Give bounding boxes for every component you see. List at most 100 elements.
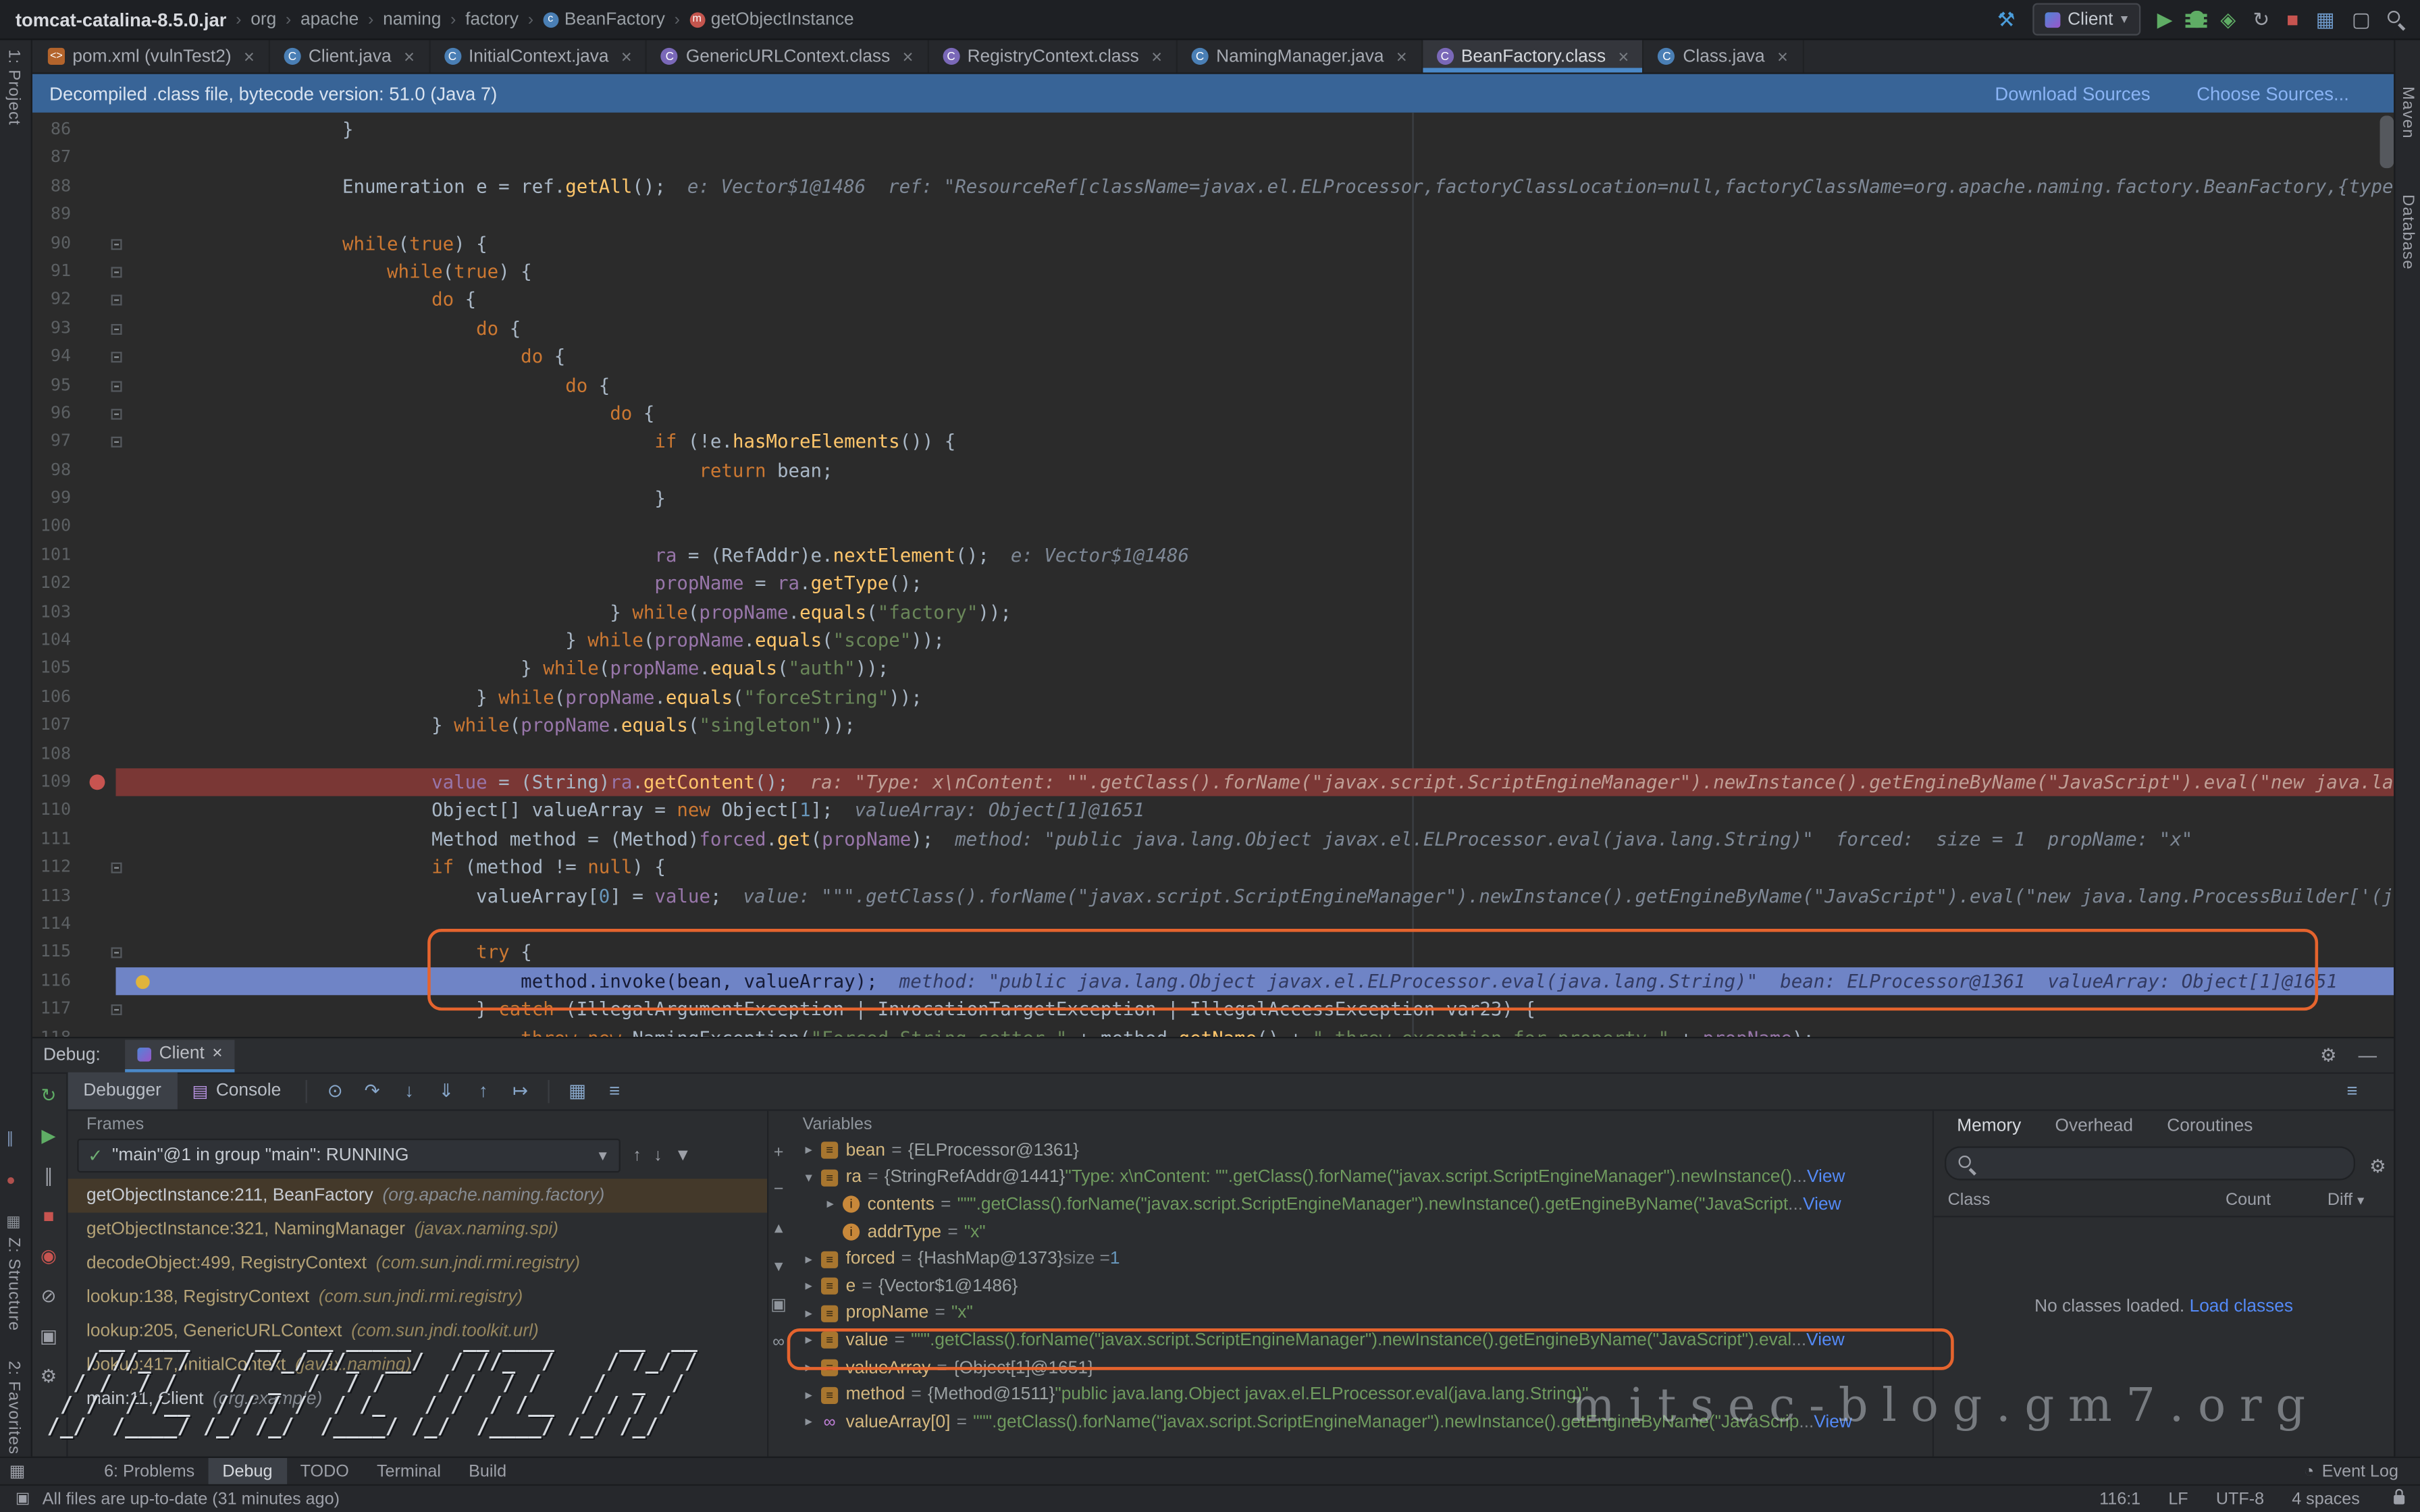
run-config-selector[interactable]: Client▾ [2032, 3, 2140, 36]
view-link[interactable]: View [1806, 1331, 1845, 1349]
tool-stripe-item[interactable]: Build [455, 1457, 521, 1485]
gutter[interactable] [74, 996, 253, 1024]
gutter[interactable] [74, 740, 253, 768]
choose-sources-link[interactable]: Choose Sources... [2197, 82, 2349, 104]
stop-button[interactable]: ■ [2286, 9, 2298, 30]
memory-search-field[interactable] [1945, 1146, 2355, 1180]
gutter[interactable] [74, 485, 253, 513]
mute-breakpoints-button[interactable]: ⊘ [41, 1287, 57, 1305]
gutter[interactable] [74, 258, 253, 286]
column-header[interactable]: Diff▾ [2327, 1191, 2365, 1210]
gutter[interactable] [74, 315, 253, 343]
fold-icon[interactable] [111, 267, 122, 277]
memory-tab[interactable]: Coroutines [2167, 1117, 2253, 1135]
resume-button[interactable]: ▶ [41, 1127, 55, 1145]
breadcrumb-item[interactable]: BeanFactory [564, 10, 665, 28]
gutter[interactable] [74, 541, 253, 570]
fold-icon[interactable] [111, 863, 122, 873]
filter-frames-button[interactable]: ▼ [675, 1146, 691, 1164]
fold-icon[interactable] [111, 437, 122, 448]
gutter[interactable] [74, 882, 253, 910]
stack-frame-row[interactable]: getObjectInstance:321, NamingManager(jav… [68, 1213, 767, 1247]
gutter[interactable] [74, 853, 253, 882]
rerun-button[interactable]: ↻ [41, 1086, 57, 1104]
memory-settings-icon[interactable]: ⚙ [2369, 1156, 2386, 1177]
debug-button[interactable] [2190, 11, 2204, 28]
code-editor[interactable]: 86 }8788 Enumeration e = ref.getAll();e:… [31, 113, 2396, 1037]
remove-watch-button[interactable]: − [774, 1181, 784, 1199]
editor-tab[interactable]: CInitialContext.java× [430, 40, 648, 72]
gutter[interactable] [74, 598, 253, 626]
show-execution-point-button[interactable]: ⊙ [317, 1080, 354, 1102]
fold-icon[interactable] [111, 323, 122, 334]
tool-stripe-maven[interactable]: Maven [2398, 86, 2417, 139]
variable-row[interactable]: ▸≡forced={HashMap@1373} size = 1 [790, 1245, 1932, 1272]
restore-layout-icon[interactable]: ≡ [2334, 1080, 2371, 1102]
coverage-button[interactable]: ◈ [2220, 9, 2236, 30]
gutter[interactable] [74, 230, 253, 258]
gutter[interactable] [74, 683, 253, 711]
debugger-tab[interactable]: ▤Console [177, 1073, 296, 1110]
run-button[interactable]: ▶ [2157, 9, 2173, 30]
gutter[interactable] [74, 286, 253, 315]
breadcrumb-item[interactable]: tomcat-catalina-8.5.0.jar [16, 9, 227, 30]
pause-button[interactable]: ∥ [44, 1166, 53, 1185]
chevron-icon[interactable]: ▸ [799, 1305, 818, 1322]
variable-row[interactable]: ▸icontents=""".getClass().forName("javax… [790, 1191, 1932, 1218]
variable-row[interactable]: ▸≡propName="x" [790, 1300, 1932, 1327]
gutter[interactable] [74, 796, 253, 825]
layout-grid-icon[interactable]: ▦ [2316, 9, 2335, 30]
restart-button[interactable]: ↻ [2253, 9, 2269, 30]
editor-scrollbar[interactable] [2380, 115, 2394, 168]
fold-icon[interactable] [111, 1004, 122, 1015]
load-classes-link[interactable]: Load classes [2190, 1297, 2293, 1316]
chevron-icon[interactable]: ▸ [799, 1251, 818, 1268]
grid-stripe-icon[interactable]: ▦ [6, 1214, 21, 1231]
force-step-into-button[interactable]: ⇓ [427, 1080, 465, 1102]
editor-tab[interactable]: CBeanFactory.class× [1423, 40, 1645, 72]
gutter[interactable] [74, 400, 253, 428]
breadcrumb-item[interactable]: factory [465, 10, 519, 28]
tool-stripe-structure[interactable]: Z: Structure [5, 1237, 23, 1331]
fold-icon[interactable] [111, 948, 122, 959]
chevron-icon[interactable]: ▾ [799, 1169, 818, 1186]
download-sources-link[interactable]: Download Sources [1995, 82, 2150, 104]
editor-tab[interactable]: <>pom.xml (vulnTest2)× [34, 40, 270, 72]
gutter[interactable] [74, 825, 253, 853]
breadcrumb-item[interactable]: org [251, 10, 276, 28]
event-log-button[interactable]: ◔Event Log [2304, 1462, 2411, 1480]
lock-icon[interactable] [2394, 1494, 2404, 1504]
gutter[interactable] [74, 655, 253, 683]
step-into-button[interactable]: ↓ [391, 1080, 428, 1102]
view-link[interactable]: View [1807, 1168, 1845, 1187]
fold-icon[interactable] [111, 352, 122, 362]
fold-icon[interactable] [111, 238, 122, 249]
tool-stripe-item[interactable]: 6: Problems [90, 1457, 209, 1485]
chevron-icon[interactable]: ▸ [799, 1332, 818, 1349]
stop-button[interactable]: ■ [43, 1206, 55, 1224]
tool-window-switcher-icon[interactable]: ▦ [9, 1461, 26, 1482]
debug-session-tab[interactable]: Client × [125, 1039, 235, 1071]
chevron-icon[interactable]: ▸ [799, 1386, 818, 1403]
view-breakpoints-button[interactable]: ◉ [41, 1247, 57, 1265]
fold-icon[interactable] [111, 295, 122, 306]
chevron-icon[interactable]: ▸ [799, 1413, 818, 1430]
editor-tab[interactable]: CGenericURLContext.class× [648, 40, 929, 72]
gutter[interactable] [74, 201, 253, 230]
run-to-cursor-button[interactable]: ↦ [502, 1080, 539, 1102]
move-watch-down-button[interactable]: ▾ [774, 1256, 783, 1276]
close-icon[interactable]: × [1777, 45, 1788, 67]
variable-row[interactable]: ▸≡value=""".getClass().forName("javax.sc… [790, 1327, 1932, 1354]
gutter[interactable] [74, 173, 253, 201]
gutter[interactable] [74, 768, 253, 796]
wrench-icon[interactable]: ⚒ [1997, 9, 2016, 30]
indent-setting[interactable]: 4 spaces [2292, 1490, 2360, 1508]
gutter[interactable] [74, 938, 253, 967]
close-icon[interactable]: × [1396, 45, 1407, 67]
evaluate-expression-button[interactable]: ▦ [559, 1080, 596, 1102]
windows-icon[interactable]: ▢ [2352, 9, 2371, 30]
editor-tab[interactable]: CClient.java× [270, 40, 430, 72]
tool-stripe-item[interactable]: TODO [286, 1457, 363, 1485]
tool-stripe-project[interactable]: 1: Project [5, 49, 23, 126]
view-link[interactable]: View [1803, 1195, 1841, 1214]
